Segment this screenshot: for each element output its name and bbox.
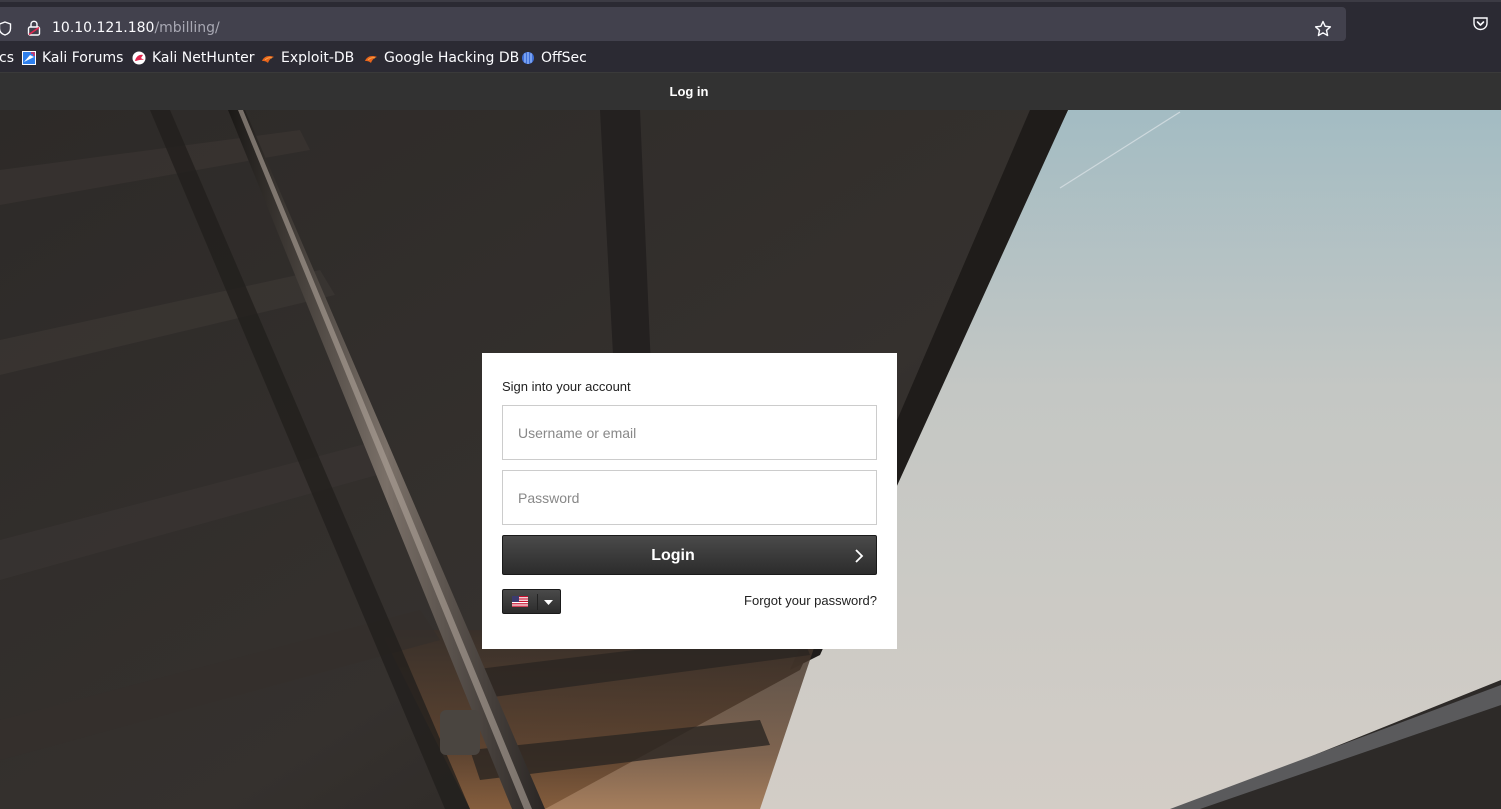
chevron-right-icon (855, 549, 864, 563)
language-divider (537, 594, 538, 610)
login-button-label: Login (651, 547, 695, 564)
bookmark-google-hacking-db[interactable]: Google Hacking DB (364, 49, 519, 67)
offsec-icon (522, 52, 534, 64)
shield-icon[interactable] (0, 21, 12, 36)
flag-us-icon (512, 596, 528, 607)
url-host: 10.10.121.180 (52, 20, 155, 36)
bookmark-exploit-db[interactable]: Exploit-DB (261, 49, 354, 67)
page-title: Log in (669, 84, 709, 99)
language-select[interactable] (502, 589, 561, 614)
browser-window: 10.10.121.180/mbilling/ cs Kali Forums K… (0, 0, 1501, 809)
bookmark-offsec[interactable]: OffSec (521, 49, 587, 67)
bookmark-kali-nethunter[interactable]: Kali NetHunter (132, 49, 254, 67)
login-heading: Sign into your account (502, 379, 631, 394)
ghdb-icon (365, 56, 377, 63)
password-input[interactable] (502, 470, 877, 525)
browser-toolbar: 10.10.121.180/mbilling/ (0, 0, 1501, 44)
url-text[interactable]: 10.10.121.180/mbilling/ (52, 20, 220, 36)
url-path: /mbilling/ (154, 20, 220, 36)
kali-forums-icon (22, 51, 36, 65)
exploit-db-icon (262, 56, 274, 63)
login-card: Sign into your account Login F (482, 353, 897, 649)
bookmark-partial[interactable]: cs (0, 49, 14, 67)
caret-down-icon (544, 600, 553, 605)
pocket-icon[interactable] (1472, 15, 1489, 32)
bookmark-kali-forums[interactable]: Kali Forums (22, 49, 123, 67)
login-button[interactable]: Login (502, 535, 877, 575)
page-header: Log in (0, 72, 1501, 110)
star-icon[interactable] (1314, 20, 1332, 38)
kali-nethunter-icon (132, 51, 146, 65)
url-bar[interactable]: 10.10.121.180/mbilling/ (0, 7, 1346, 41)
username-input[interactable] (502, 405, 877, 460)
lock-icon[interactable] (27, 20, 41, 36)
forgot-password-link[interactable]: Forgot your password? (744, 593, 877, 608)
bookmarks-bar: cs Kali Forums Kali NetHunter Exploit-DB… (0, 44, 1501, 72)
